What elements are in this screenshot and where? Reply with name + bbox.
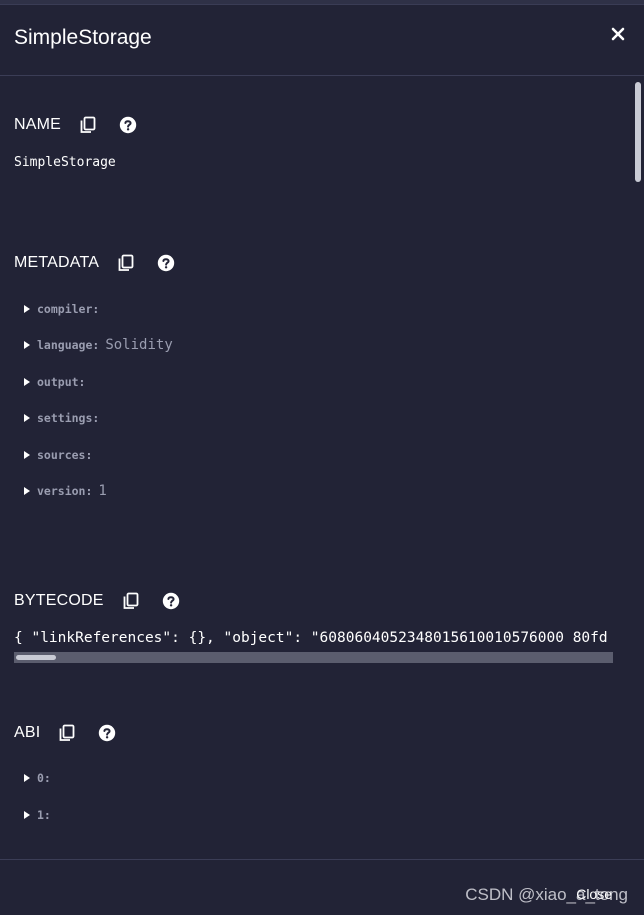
metadata-item-settings[interactable]: settings: — [24, 410, 105, 426]
copy-icon[interactable] — [122, 592, 140, 610]
metadata-item-output[interactable]: output: — [24, 374, 91, 390]
section-name-label: NAME — [14, 116, 62, 133]
vertical-scrollbar-thumb[interactable] — [635, 82, 641, 182]
caret-right-icon — [24, 341, 30, 349]
bytecode-value: { "linkReferences": {}, "object": "60806… — [14, 630, 608, 646]
close-icon[interactable] — [610, 26, 626, 42]
modal-title: SimpleStorage — [14, 26, 152, 49]
metadata-item-compiler[interactable]: compiler: — [24, 301, 105, 317]
help-icon[interactable] — [98, 724, 116, 742]
help-icon[interactable] — [157, 254, 175, 272]
abi-item-1[interactable]: 1: — [24, 807, 51, 823]
section-abi-label: ABI — [14, 724, 41, 741]
abi-item-0[interactable]: 0: — [24, 770, 51, 786]
metadata-item-version[interactable]: version: 1 — [24, 483, 107, 499]
horizontal-scrollbar-thumb[interactable] — [16, 655, 56, 660]
copy-icon[interactable] — [79, 116, 97, 134]
help-icon[interactable] — [162, 592, 180, 610]
copy-icon[interactable] — [117, 254, 135, 272]
watermark: CSDN @xiao_a_tong — [465, 885, 628, 904]
contract-name-value: SimpleStorage — [14, 155, 116, 170]
section-metadata-header: METADATA — [14, 254, 175, 272]
metadata-item-language[interactable]: language: Solidity — [24, 337, 173, 353]
caret-right-icon — [24, 305, 30, 313]
help-icon[interactable] — [119, 116, 137, 134]
section-metadata-label: METADATA — [14, 254, 100, 271]
metadata-item-sources[interactable]: sources: — [24, 447, 98, 463]
caret-right-icon — [24, 414, 30, 422]
bytecode-scroll-area[interactable]: { "linkReferences": {}, "object": "60806… — [14, 630, 613, 664]
section-bytecode-header: BYTECODE — [14, 592, 180, 610]
modal-footer: Close CSDN @xiao_a_tong — [0, 859, 644, 915]
section-name-header: NAME — [14, 116, 137, 134]
caret-right-icon — [24, 487, 30, 495]
caret-right-icon — [24, 811, 30, 819]
section-bytecode-label: BYTECODE — [14, 592, 104, 609]
vertical-scrollbar[interactable] — [634, 82, 642, 856]
section-abi-header: ABI — [14, 724, 116, 742]
copy-icon[interactable] — [58, 724, 76, 742]
caret-right-icon — [24, 451, 30, 459]
caret-right-icon — [24, 378, 30, 386]
caret-right-icon — [24, 774, 30, 782]
modal-header: SimpleStorage — [0, 4, 644, 76]
horizontal-scrollbar[interactable] — [14, 652, 613, 663]
